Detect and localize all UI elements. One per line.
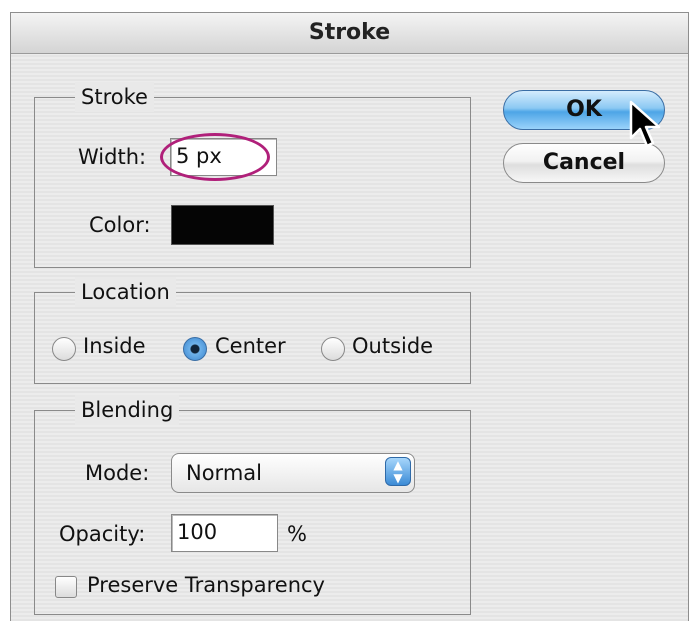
up-down-arrows-icon: ▲ ▼ xyxy=(385,457,411,486)
location-group: Location Inside Center Outside xyxy=(34,277,471,384)
color-label: Color: xyxy=(89,213,151,237)
stroke-group-legend: Stroke xyxy=(75,82,154,112)
radio-center[interactable] xyxy=(183,337,207,361)
cancel-button-label: Cancel xyxy=(542,150,626,175)
blending-group: Blending Mode: Normal ▲ ▼ Opacity: 100 % … xyxy=(34,395,471,615)
width-label: Width: xyxy=(78,145,147,169)
radio-outside[interactable] xyxy=(321,337,345,361)
opacity-label: Opacity: xyxy=(59,522,146,546)
arrow-cursor-icon xyxy=(629,100,661,148)
radio-inside-label[interactable]: Inside xyxy=(83,334,146,358)
stroke-group: Stroke Width: 5 px Color: xyxy=(34,82,471,268)
radio-center-label[interactable]: Center xyxy=(215,334,286,358)
radio-outside-label[interactable]: Outside xyxy=(352,334,433,358)
location-group-legend: Location xyxy=(75,277,176,307)
mode-label: Mode: xyxy=(85,461,150,485)
mode-select[interactable]: Normal ▲ ▼ xyxy=(171,453,415,493)
width-highlight-ellipse xyxy=(160,133,270,181)
mode-select-value: Normal xyxy=(186,461,262,485)
stroke-dialog: Stroke Stroke Width: 5 px Color: OK Canc… xyxy=(10,12,689,621)
blending-group-legend: Blending xyxy=(75,395,180,425)
preserve-transparency-label[interactable]: Preserve Transparency xyxy=(87,573,325,597)
radio-inside[interactable] xyxy=(52,337,76,361)
dialog-title: Stroke xyxy=(11,13,688,54)
opacity-unit: % xyxy=(287,522,307,546)
opacity-field[interactable]: 100 xyxy=(171,514,278,552)
preserve-transparency-checkbox[interactable] xyxy=(55,576,77,598)
opacity-value: 100 xyxy=(177,520,218,544)
color-swatch[interactable] xyxy=(171,205,274,245)
ok-button-label: OK xyxy=(566,97,602,122)
